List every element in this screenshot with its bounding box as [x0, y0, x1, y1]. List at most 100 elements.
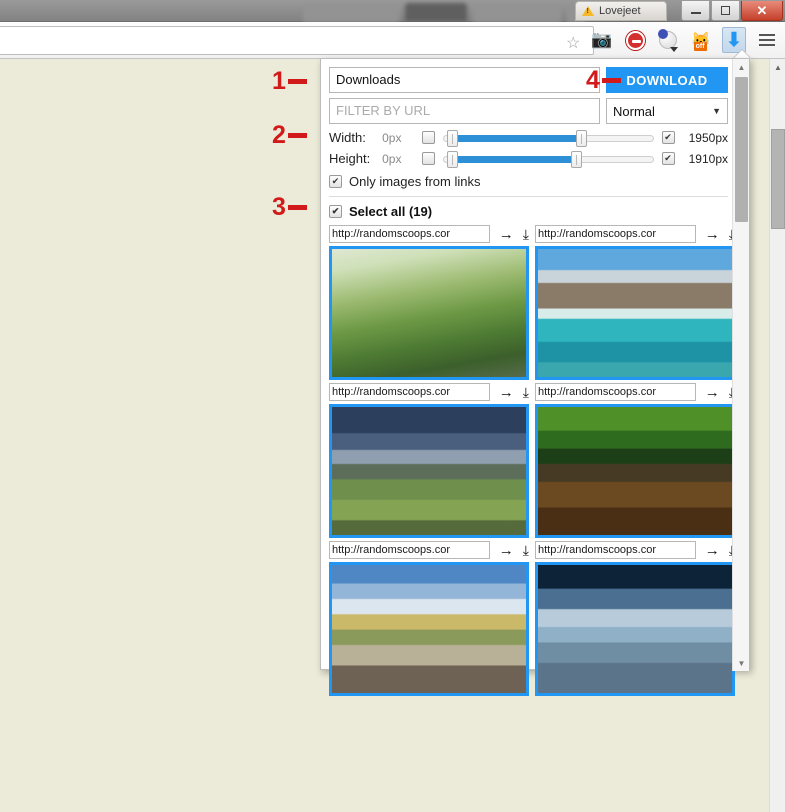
arrow-right-icon[interactable]: →: [499, 227, 514, 242]
annotation-4: 4: [586, 66, 621, 95]
popup-scroll-down-icon[interactable]: ▼: [733, 655, 750, 671]
address-bar[interactable]: [0, 26, 594, 55]
annotation-dash: [287, 79, 307, 84]
image-row: http://randomscoops.cor → ⤓ http://rando…: [329, 224, 735, 380]
image-grid: http://randomscoops.cor → ⤓ http://rando…: [329, 224, 735, 696]
close-button[interactable]: ✕: [741, 1, 783, 21]
window-title: Lovejeet: [575, 1, 667, 21]
image-thumbnail[interactable]: [329, 404, 529, 538]
width-slider-fill: [453, 134, 580, 142]
select-all-checkbox[interactable]: [329, 205, 342, 218]
image-thumbnail[interactable]: [535, 246, 735, 380]
image-url-input[interactable]: http://randomscoops.cor: [329, 383, 490, 401]
width-filter-row: Width: 0px 1950px: [329, 129, 728, 147]
image-cell: http://randomscoops.cor → ⤓: [329, 540, 529, 696]
height-label: Height:: [329, 151, 371, 166]
select-all-label: Select all (19): [349, 204, 433, 219]
image-url-input[interactable]: http://randomscoops.cor: [535, 541, 696, 559]
folder-name-input[interactable]: Downloads: [329, 67, 600, 93]
browser-tab-2-active[interactable]: [405, 3, 467, 22]
minimize-button[interactable]: [681, 1, 710, 21]
only-images-from-links-row[interactable]: Only images from links: [329, 174, 728, 197]
annotation-number: 4: [586, 66, 600, 94]
filter-and-mode-row: FILTER BY URL Normal ▼: [329, 98, 728, 124]
image-row: http://randomscoops.cor → ⤓ http://rando…: [329, 540, 735, 696]
height-range-slider[interactable]: [442, 150, 654, 168]
restore-button[interactable]: [711, 1, 740, 21]
window-title-label: Lovejeet: [599, 5, 641, 17]
annotation-dash: [601, 78, 621, 83]
ghostery-cat-icon[interactable]: 🐱 off: [689, 28, 713, 52]
annotation-number: 3: [272, 193, 286, 221]
height-slider-min-handle[interactable]: [447, 150, 459, 168]
width-slider-max-handle[interactable]: [575, 129, 587, 147]
tab-strip: [295, 0, 595, 22]
annotation-number: 2: [272, 121, 286, 149]
width-min-checkbox[interactable]: [421, 131, 435, 144]
image-thumbnail[interactable]: [329, 246, 529, 380]
image-url-input[interactable]: http://randomscoops.cor: [329, 541, 490, 559]
image-url-input[interactable]: http://randomscoops.cor: [329, 225, 490, 243]
arrow-right-icon[interactable]: →: [499, 543, 514, 558]
image-downloader-extension-icon[interactable]: ⬇: [722, 27, 746, 53]
popup-scrollbar-thumb[interactable]: [735, 77, 748, 222]
download-icon[interactable]: ⤓: [523, 385, 529, 399]
width-label: Width:: [329, 130, 366, 145]
popup-scrollbar[interactable]: ▲ ▼: [732, 59, 749, 671]
image-cell: http://randomscoops.cor → ⤓: [535, 540, 735, 696]
image-thumbnail[interactable]: [535, 404, 735, 538]
image-cell-header: http://randomscoops.cor → ⤓: [535, 224, 735, 244]
height-max-checkbox[interactable]: [661, 152, 675, 165]
warning-triangle-icon: [582, 6, 594, 16]
folder-and-download-row: Downloads DOWNLOAD: [329, 67, 728, 93]
window-controls: ✕: [681, 1, 783, 21]
download-icon[interactable]: ⤓: [523, 543, 529, 557]
image-url-input[interactable]: http://randomscoops.cor: [535, 383, 696, 401]
download-icon[interactable]: ⤓: [523, 227, 529, 241]
width-max-checkbox[interactable]: [661, 131, 675, 144]
image-cell-header: http://randomscoops.cor → ⤓: [535, 540, 735, 560]
image-thumbnail[interactable]: [535, 562, 735, 696]
select-all-row[interactable]: Select all (19): [329, 204, 728, 219]
page-scrollbar[interactable]: ▲: [769, 59, 785, 812]
privacy-badger-icon[interactable]: [656, 28, 680, 52]
star-icon[interactable]: ☆: [566, 33, 580, 53]
image-cell: http://randomscoops.cor → ⤓: [535, 382, 735, 538]
mode-select[interactable]: Normal ▼: [606, 98, 728, 124]
only-images-from-links-checkbox[interactable]: [329, 175, 342, 188]
annotation-number: 1: [272, 67, 286, 95]
image-cell: http://randomscoops.cor → ⤓: [329, 382, 529, 538]
browser-title-bar: Lovejeet ✕: [0, 0, 785, 22]
width-max-value: 1950px: [688, 130, 728, 145]
annotation-dash: [287, 205, 307, 210]
image-url-input[interactable]: http://randomscoops.cor: [535, 225, 696, 243]
arrow-right-icon[interactable]: →: [499, 385, 514, 400]
chevron-down-icon: ▼: [712, 106, 721, 116]
image-cell-header: http://randomscoops.cor → ⤓: [329, 382, 529, 402]
image-thumbnail[interactable]: [329, 562, 529, 696]
height-slider-max-handle[interactable]: [571, 150, 583, 168]
image-cell-header: http://randomscoops.cor → ⤓: [535, 382, 735, 402]
browser-tab-1[interactable]: [303, 3, 399, 22]
arrow-right-icon[interactable]: →: [705, 543, 720, 558]
image-row: http://randomscoops.cor → ⤓ http://rando…: [329, 382, 735, 538]
filter-by-url-input[interactable]: FILTER BY URL: [329, 98, 600, 124]
scroll-up-arrow-icon[interactable]: ▲: [770, 59, 785, 75]
image-cell-header: http://randomscoops.cor → ⤓: [329, 224, 529, 244]
width-range-slider[interactable]: [442, 129, 654, 147]
download-arrow-icon: ⬇: [726, 29, 742, 51]
mode-select-value: Normal: [613, 103, 655, 119]
popup-scroll-up-icon[interactable]: ▲: [733, 59, 750, 75]
download-button[interactable]: DOWNLOAD: [606, 67, 728, 93]
annotation-2: 2: [272, 121, 307, 150]
arrow-right-icon[interactable]: →: [705, 385, 720, 400]
arrow-right-icon[interactable]: →: [705, 227, 720, 242]
adblock-icon[interactable]: [623, 28, 647, 52]
height-slider-fill: [453, 155, 576, 163]
camera-icon[interactable]: 📷: [590, 28, 614, 52]
chrome-menu-icon[interactable]: [755, 28, 779, 52]
height-min-checkbox[interactable]: [421, 152, 435, 165]
page-scrollbar-thumb[interactable]: [771, 129, 785, 229]
width-slider-min-handle[interactable]: [447, 129, 459, 147]
browser-tab-3[interactable]: [473, 3, 561, 22]
